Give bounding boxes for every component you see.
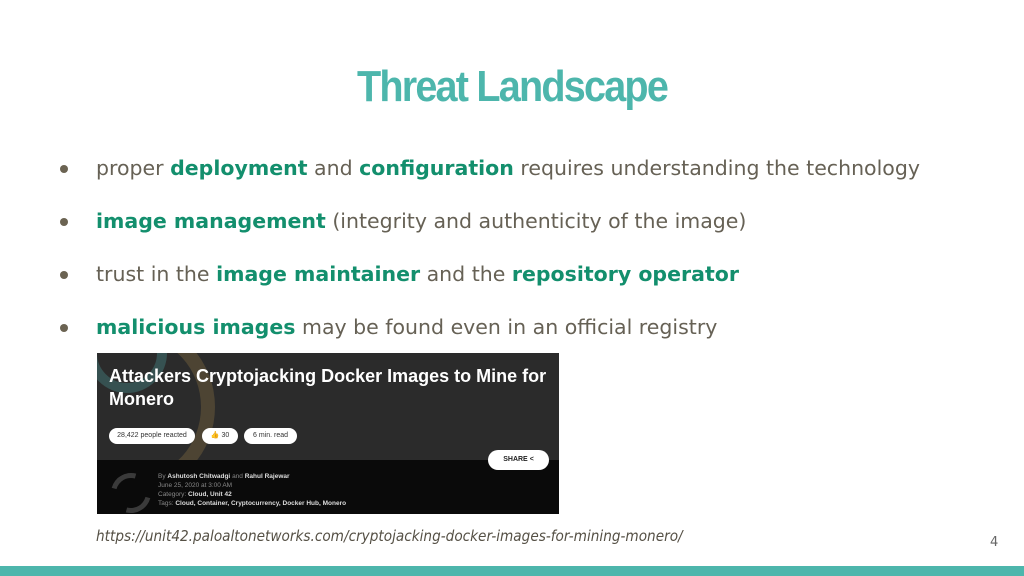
bullet-list: proper deployment and configuration requ… bbox=[56, 152, 1006, 364]
article-tags: Cloud, Container, Cryptocurrency, Docker… bbox=[175, 500, 347, 507]
highlighted-term: configuration bbox=[359, 156, 514, 180]
bullet-text: malicious images may be found even in an… bbox=[96, 315, 717, 339]
author-link: Ashutosh Chitwadgi bbox=[167, 473, 231, 480]
footer-accent-bar bbox=[0, 566, 1024, 576]
article-categories: Cloud, Unit 42 bbox=[188, 491, 232, 498]
bullet-text-segment: requires understanding the technology bbox=[513, 156, 920, 180]
likes-button[interactable]: 👍 30 bbox=[202, 428, 238, 444]
share-button[interactable]: SHARE < bbox=[488, 450, 549, 470]
reactions-badge: 28,422 people reacted bbox=[109, 428, 195, 444]
share-icon: < bbox=[529, 456, 534, 463]
article-date: June 25, 2020 at 3:00 AM bbox=[158, 482, 233, 489]
thumbs-up-icon: 👍 bbox=[210, 432, 220, 439]
highlighted-term: malicious images bbox=[96, 315, 296, 339]
highlighted-term: deployment bbox=[170, 156, 308, 180]
source-url[interactable]: https://unit42.paloaltonetworks.com/cryp… bbox=[96, 527, 683, 545]
article-title: Attackers Cryptojacking Docker Images to… bbox=[109, 366, 547, 409]
bullet-dot-icon bbox=[60, 271, 68, 279]
bullet-dot-icon bbox=[60, 324, 68, 332]
highlighted-term: image management bbox=[96, 209, 326, 233]
slide-title: Threat Landscape bbox=[356, 62, 669, 111]
bullet-dot-icon bbox=[60, 165, 68, 173]
bullet-text-segment: may be found even in an official registr… bbox=[295, 315, 718, 339]
highlighted-term: image maintainer bbox=[216, 262, 421, 286]
share-label: SHARE bbox=[503, 456, 528, 463]
bullet-text-segment: proper bbox=[96, 156, 171, 180]
bullet-item: proper deployment and configuration requ… bbox=[56, 152, 1006, 205]
bullet-text-segment: trust in the bbox=[96, 262, 217, 286]
bullet-item: image management (integrity and authenti… bbox=[56, 205, 1006, 258]
bullet-text: proper deployment and configuration requ… bbox=[96, 156, 920, 180]
bullet-text-segment: (integrity and authenticity of the image… bbox=[325, 209, 747, 233]
author-link: Rahul Rajewar bbox=[244, 473, 290, 480]
article-screenshot: Attackers Cryptojacking Docker Images to… bbox=[97, 353, 559, 514]
bullet-text-segment: and the bbox=[420, 262, 512, 286]
bullet-text: image management (integrity and authenti… bbox=[96, 209, 746, 233]
bullet-dot-icon bbox=[60, 218, 68, 226]
bullet-item: trust in the image maintainer and the re… bbox=[56, 258, 1006, 311]
article-meta: By Ashutosh Chitwadgi and Rahul Rajewar … bbox=[158, 473, 347, 507]
page-number: 4 bbox=[990, 535, 999, 550]
bullet-text-segment: and bbox=[307, 156, 360, 180]
likes-count: 30 bbox=[221, 432, 230, 439]
highlighted-term: repository operator bbox=[511, 262, 739, 286]
bullet-text: trust in the image maintainer and the re… bbox=[96, 262, 739, 286]
read-time-badge: 6 min. read bbox=[244, 428, 297, 444]
